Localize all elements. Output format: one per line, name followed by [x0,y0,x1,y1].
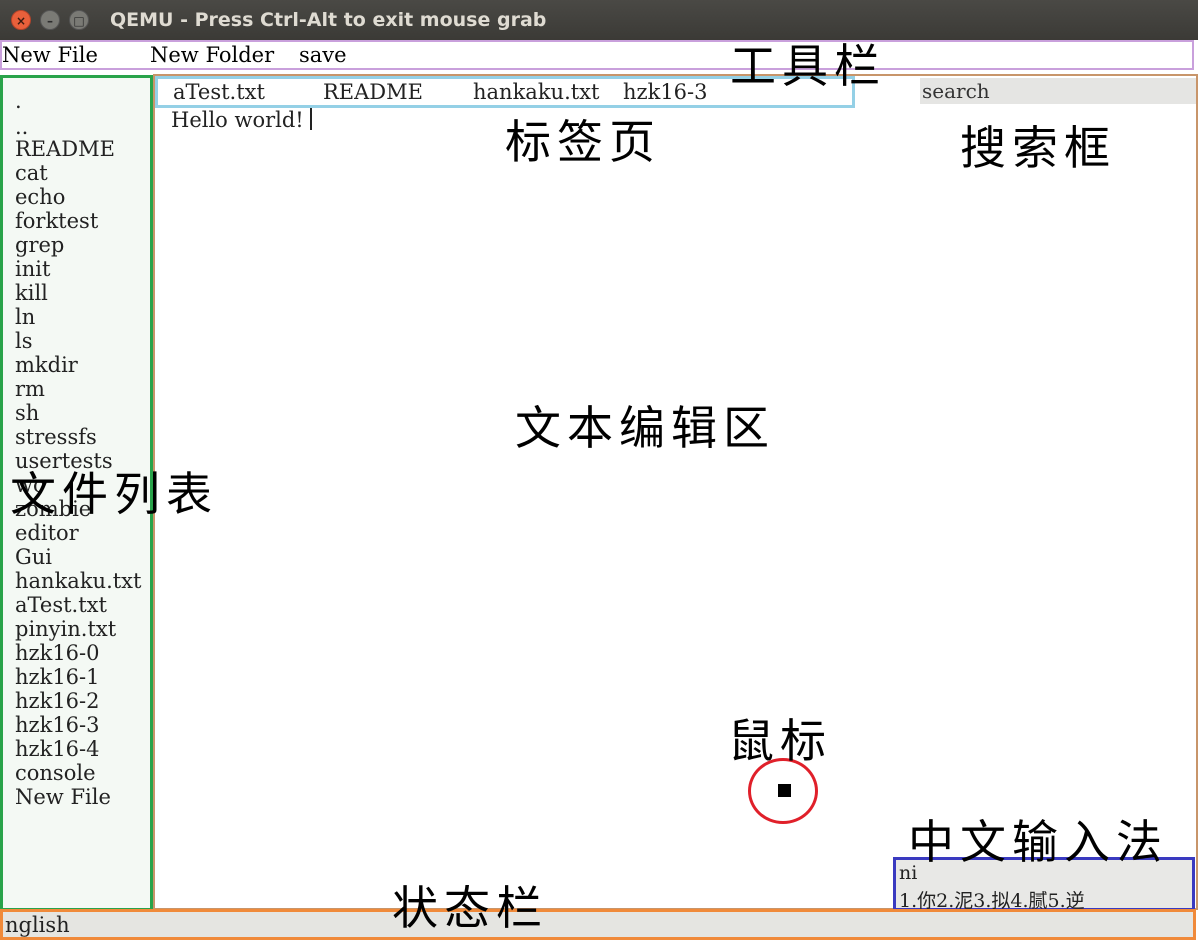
annotation-mouse: 鼠标 [728,714,832,768]
file-list-item[interactable]: hankaku.txt [15,570,141,592]
close-window-button[interactable]: × [11,10,31,30]
search-input[interactable] [920,78,1194,104]
annotation-toolbar: 工具栏 [730,39,886,93]
annotation-status: 状态栏 [392,881,548,935]
file-list-item[interactable]: kill [15,282,48,304]
save-button[interactable]: save [299,43,347,67]
input-mode-status: nglish [5,913,70,937]
editor-text: Hello world! [171,108,304,132]
window-titlebar: × – □ QEMU - Press Ctrl-Alt to exit mous… [0,0,1198,40]
file-list-item[interactable]: hzk16-3 [15,714,100,736]
annotation-ime: 中文输入法 [908,815,1168,869]
file-list-item[interactable]: sh [15,402,39,424]
tab-readme[interactable]: README [323,80,423,104]
editor-content[interactable]: Hello world! [171,108,312,132]
annotation-file-list: 文件列表 [10,467,218,521]
file-list-item[interactable]: console [15,762,96,784]
file-list-item[interactable]: echo [15,186,65,208]
file-list-item[interactable]: ln [15,306,35,328]
file-list-item[interactable]: rm [15,378,45,400]
file-list-item[interactable]: editor [15,522,79,544]
file-list-item[interactable]: New File [15,786,111,808]
annotation-editor: 文本编辑区 [515,401,775,455]
new-folder-button[interactable]: New Folder [150,43,274,67]
minimize-window-button[interactable]: – [40,10,60,30]
file-list-item[interactable]: hzk16-1 [15,666,100,688]
toolbar: New File New Folder save [0,40,1194,70]
file-list-item[interactable]: ls [15,330,33,352]
file-list-item[interactable]: forktest [15,210,98,232]
file-list-item[interactable]: hzk16-2 [15,690,100,712]
annotation-tabs: 标签页 [505,115,661,169]
tab-atest[interactable]: aTest.txt [173,80,265,104]
file-list-item[interactable]: aTest.txt [15,594,107,616]
maximize-window-button[interactable]: □ [69,10,89,30]
file-list-item[interactable]: pinyin.txt [15,618,116,640]
text-caret [309,108,312,130]
file-list-item[interactable]: stressfs [15,426,97,448]
file-list-item[interactable]: README [15,138,115,160]
text-editor-area[interactable]: aTest.txt README hankaku.txt hzk16-3 Hel… [153,74,1198,910]
file-list-item[interactable]: mkdir [15,354,78,376]
file-list-item[interactable]: . [15,90,22,112]
file-list-item[interactable]: .. [15,116,28,138]
file-list-item[interactable]: init [15,258,50,280]
annotation-search: 搜索框 [960,121,1116,175]
window-title: QEMU - Press Ctrl-Alt to exit mouse grab [110,9,547,31]
file-list-item[interactable]: grep [15,234,64,256]
file-list-item[interactable]: cat [15,162,48,184]
file-list-item[interactable]: hzk16-4 [15,738,100,760]
file-list-item[interactable]: Gui [15,546,52,568]
search-box[interactable] [920,78,1196,104]
file-list-item[interactable]: hzk16-0 [15,642,100,664]
status-bar: nglish [0,909,1196,940]
mouse-cursor-icon [778,784,791,797]
tab-hzk16-3[interactable]: hzk16-3 [623,80,708,104]
new-file-button[interactable]: New File [2,43,98,67]
tab-hankaku[interactable]: hankaku.txt [473,80,599,104]
